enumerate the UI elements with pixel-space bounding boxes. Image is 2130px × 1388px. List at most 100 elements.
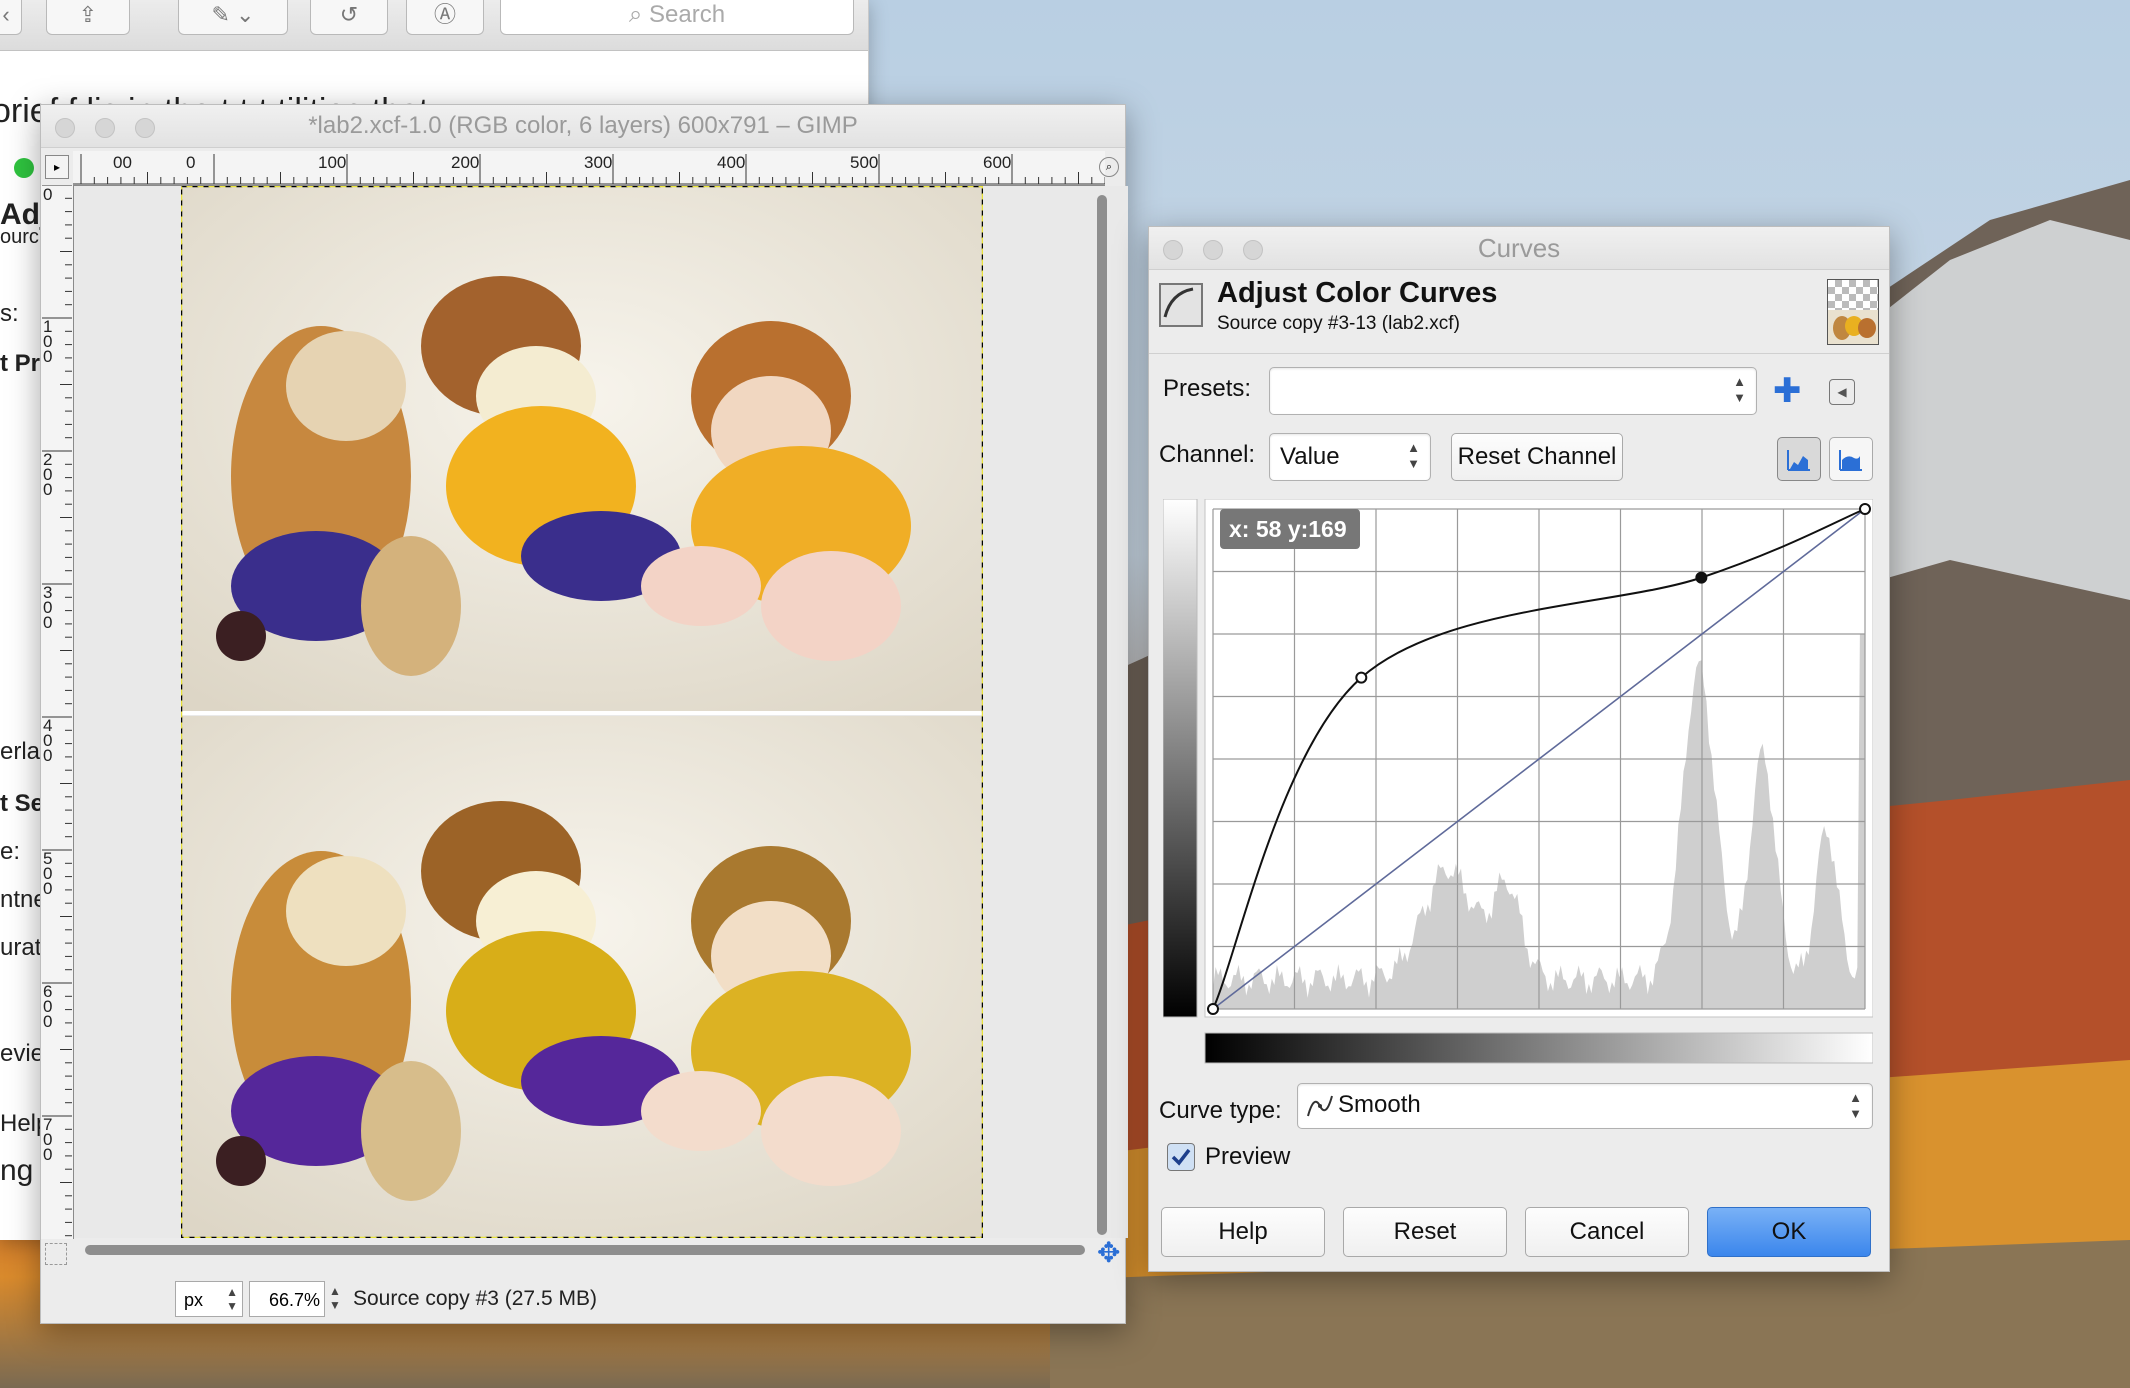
image-canvas[interactable] [181, 186, 983, 1238]
channel-combo[interactable]: Value ▲ ▼ [1269, 433, 1431, 481]
close-window-button[interactable] [55, 118, 75, 138]
gimp-statusbar: px ▲ ▼ 66.7% ▲ ▼ Source copy #3 (27.5 MB) [41, 1271, 1125, 1323]
gimp-window-title: *lab2.xcf-1.0 (RGB color, 6 layers) 600x… [308, 112, 858, 139]
navigate-icon[interactable]: ✥ [1097, 1239, 1120, 1267]
curve-control-point[interactable] [1695, 571, 1708, 584]
quick-mask-toggle-icon[interactable] [45, 1243, 67, 1265]
dialog-subtitle: Source copy #3-13 (lab2.xcf) [1217, 313, 1460, 334]
fragment-9: evie [0, 1040, 45, 1067]
ruler-label: 600 [983, 153, 1012, 172]
zoom-fit-icon[interactable]: ⌕ [1099, 157, 1119, 177]
preview-label: Preview [1205, 1143, 1291, 1170]
curve-type-combo[interactable]: Smooth ▲ ▼ [1297, 1083, 1873, 1129]
gimp-titlebar[interactable]: *lab2.xcf-1.0 (RGB color, 6 layers) 600x… [41, 105, 1125, 148]
zoom-window-button[interactable] [135, 118, 155, 138]
ruler-label: 3 0 0 [43, 583, 53, 632]
logarithmic-histogram-icon[interactable] [1829, 437, 1873, 481]
horizontal-scroll-thumb[interactable] [85, 1245, 1085, 1255]
dialog-header: Adjust Color Curves Source copy #3-13 (l… [1149, 269, 1889, 354]
updown-arrows-icon: ▲ ▼ [1733, 374, 1746, 405]
layer-thumbnail [1827, 279, 1879, 345]
zoom-value: 66.7% [268, 1290, 320, 1310]
ruler-label: 2 0 0 [43, 450, 53, 499]
ruler-label: 0 [186, 153, 196, 172]
curves-tool-icon [1159, 283, 1203, 327]
smooth-curve-icon [1307, 1095, 1333, 1117]
quick-mask-menu-icon[interactable]: ▸ [45, 155, 69, 179]
ruler-label: 100 [318, 153, 347, 172]
zoom-stepper-icon[interactable]: ▲ ▼ [329, 1284, 341, 1312]
ruler-label: 300 [584, 153, 613, 172]
curve-control-point[interactable] [1207, 1003, 1219, 1015]
preset-menu-icon[interactable]: ◀ [1829, 379, 1855, 405]
updown-arrows-icon: ▲ ▼ [1407, 440, 1420, 471]
fragment-1: ourc [0, 226, 39, 248]
ruler-label: 400 [717, 153, 746, 172]
curve-type-value: Smooth [1338, 1091, 1421, 1118]
presets-label: Presets: [1163, 375, 1252, 402]
vertical-scroll-thumb[interactable] [1097, 195, 1107, 1235]
ruler-label: 5 0 0 [43, 849, 53, 898]
coordinate-readout: x: 58 y:169 [1229, 516, 1347, 542]
horizontal-scrollbar[interactable] [85, 1243, 1085, 1257]
fragment-6: e: [0, 838, 21, 865]
linear-histogram-icon[interactable] [1777, 437, 1821, 481]
ruler-label: 500 [850, 153, 879, 172]
minimize-window-button[interactable] [95, 118, 115, 138]
dialog-title: Adjust Color Curves [1217, 277, 1498, 309]
zoom-dialog-button[interactable] [1243, 240, 1263, 260]
horizontal-value-gradient [1204, 1032, 1873, 1064]
curve-control-point[interactable] [1355, 671, 1368, 684]
ruler-label: 7 0 0 [43, 1115, 53, 1164]
fragment-2: s: [0, 300, 19, 327]
help-button[interactable]: Help [1161, 1207, 1325, 1257]
curves-window-title: Curves [1477, 233, 1561, 263]
fragment-5: t Se [0, 790, 45, 817]
reset-button[interactable]: Reset [1343, 1207, 1507, 1257]
vertical-ruler: 0 1 0 0 2 0 0 3 0 0 4 0 0 5 0 0 6 0 0 7 … [41, 185, 74, 1239]
unit-selector[interactable]: px ▲ ▼ [175, 1281, 243, 1317]
vertical-value-gradient [1163, 499, 1198, 1018]
ok-button[interactable]: OK [1707, 1207, 1871, 1257]
search-input[interactable]: ⌕ Search [500, 0, 854, 35]
updown-arrows-icon: ▲ ▼ [1849, 1090, 1862, 1121]
horizontal-ruler: 00 0 100 200 300 400 500 600 [73, 151, 1105, 186]
reset-channel-button[interactable]: Reset Channel [1451, 433, 1623, 481]
curves-dialog: Curves Adjust Color Curves Source copy #… [1148, 226, 1890, 1272]
ruler-label: 6 0 0 [43, 982, 53, 1031]
annotate-button[interactable]: Ⓐ [406, 0, 484, 35]
gimp-image-window: *lab2.xcf-1.0 (RGB color, 6 layers) 600x… [40, 104, 1128, 1324]
curve-control-point[interactable] [1859, 503, 1871, 515]
unit-value: px [184, 1290, 204, 1310]
editor-toolbar: ‹ ⇪ ✎ ⌄ ↺ Ⓐ ⌕ Search [0, 0, 868, 51]
share-button[interactable]: ⇪ [46, 0, 130, 35]
status-message: Source copy #3 (27.5 MB) [353, 1287, 597, 1310]
search-placeholder: Search [649, 1, 726, 28]
zoom-field[interactable]: 66.7% [249, 1281, 325, 1317]
rotate-button[interactable]: ↺ [310, 0, 388, 35]
curve-type-label: Curve type: [1159, 1097, 1282, 1124]
vertical-scrollbar[interactable] [1095, 195, 1109, 1235]
ruler-label: 1 0 0 [43, 317, 53, 366]
markup-button[interactable]: ✎ ⌄ [178, 0, 288, 35]
preview-checkbox[interactable] [1167, 1143, 1195, 1171]
channel-label: Channel: [1159, 441, 1256, 468]
add-preset-icon[interactable]: ✚ [1773, 371, 1802, 411]
ruler-label: 00 [113, 153, 132, 172]
cancel-button[interactable]: Cancel [1525, 1207, 1689, 1257]
presets-combo[interactable]: ▲ ▼ [1269, 367, 1757, 415]
ruler-label: 200 [451, 153, 480, 172]
fragment-11: ng [0, 1154, 34, 1187]
back-button[interactable]: ‹ [0, 0, 22, 35]
curves-graph[interactable]: x: 58 y:169 [1163, 499, 1873, 1065]
green-light-icon [14, 158, 34, 178]
ruler-label: 4 0 0 [43, 716, 53, 765]
ruler-label: 0 [43, 185, 53, 204]
curves-titlebar[interactable]: Curves [1149, 227, 1889, 270]
image-canvas-area[interactable] [74, 186, 1128, 1238]
minimize-dialog-button[interactable] [1203, 240, 1223, 260]
checkmark-icon [1171, 1148, 1191, 1166]
channel-value: Value [1280, 443, 1340, 470]
stepper-arrows-icon: ▲ ▼ [226, 1285, 238, 1313]
close-dialog-button[interactable] [1163, 240, 1183, 260]
